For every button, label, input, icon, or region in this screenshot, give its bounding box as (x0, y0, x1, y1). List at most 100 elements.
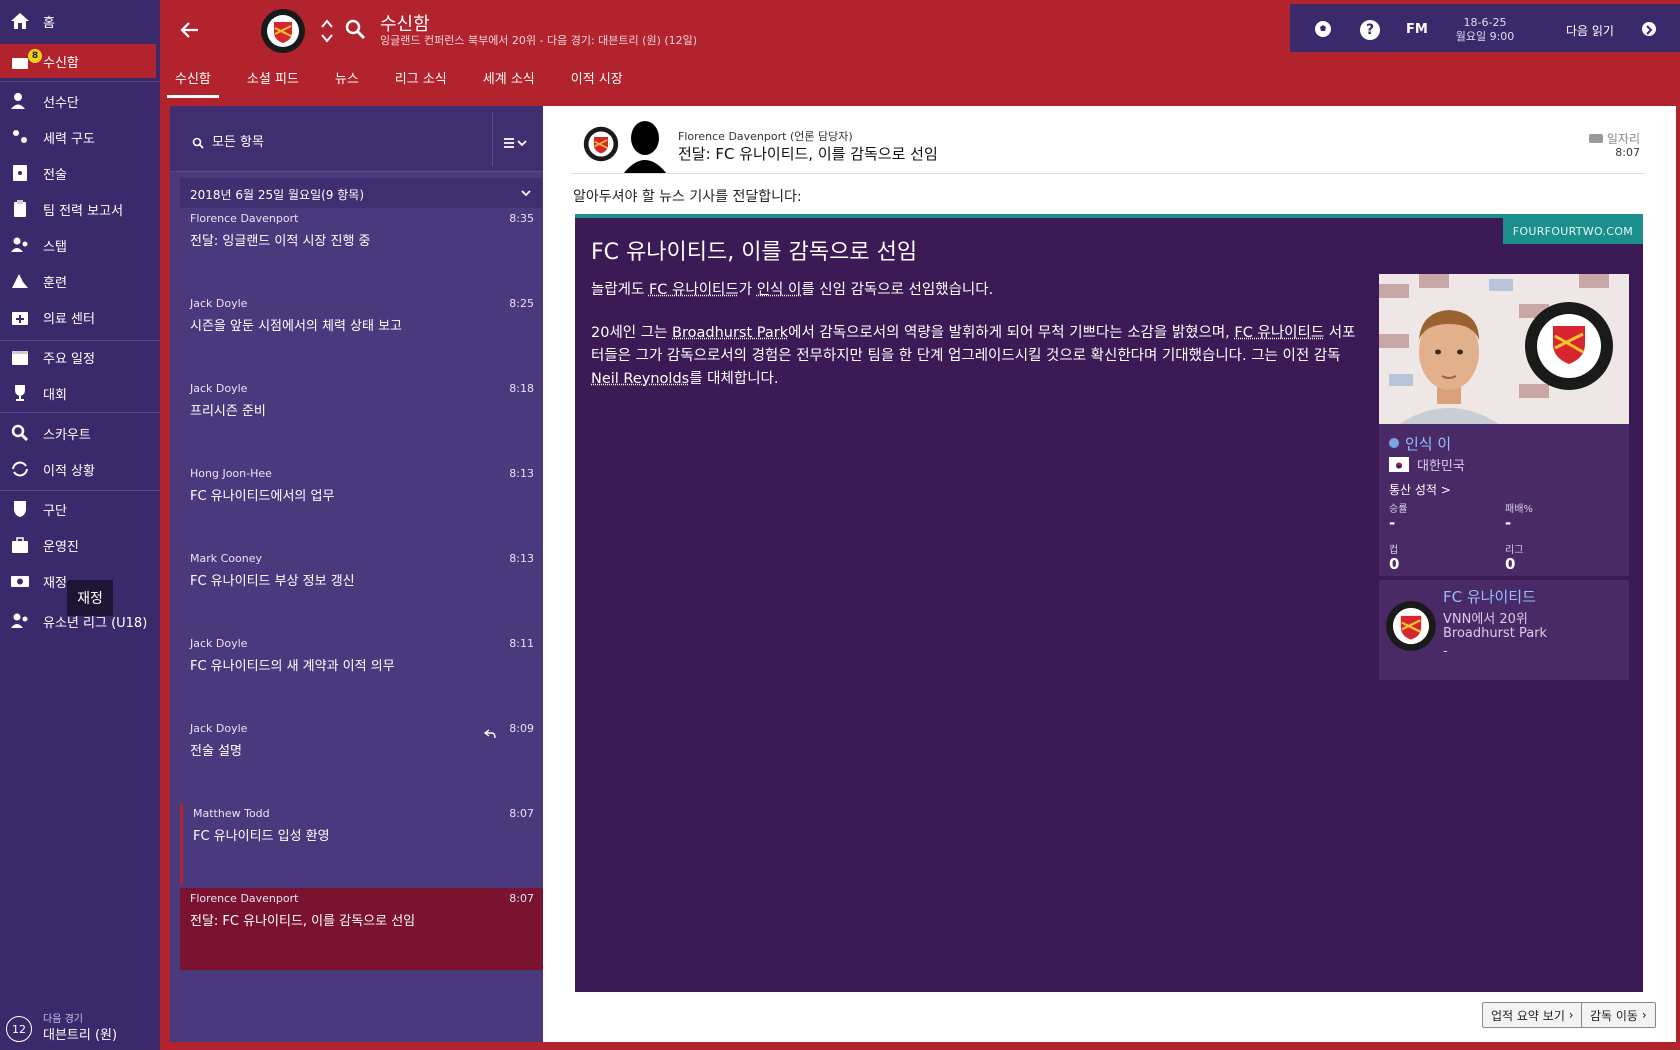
sidebar-item-training[interactable]: 훈련 (0, 264, 160, 298)
chevron-right-icon: › (1641, 1008, 1647, 1022)
day-time-label: 월요일 9:00 (1455, 30, 1515, 43)
sidebar-item-staff[interactable]: 스탭 (0, 228, 160, 262)
sidebar-item-competitions[interactable]: 대회 (0, 376, 160, 410)
sidebar-item-label: 팀 전력 보고서 (43, 203, 124, 219)
club-link[interactable]: FC 유나이티드 (649, 282, 739, 298)
message-sender: Mark Cooney (190, 552, 263, 565)
message-row[interactable]: Jack Doyle 8:18 프리시즌 준비 (180, 378, 544, 460)
sidebar-item-inbox[interactable]: 8 수신함 (0, 44, 156, 78)
stat-value: 0 (1389, 555, 1400, 573)
article-source: FOURFOURTWO.COM (1502, 218, 1643, 244)
sidebar: 홈 8 수신함 선수단 세력 구도 전술 팀 전력 보고서 스탭 훈련 의료 센… (0, 0, 160, 1050)
search-filter-label[interactable]: 모든 항목 (212, 131, 264, 150)
view-achievements-button[interactable]: 업적 요약 보기 › (1482, 1002, 1583, 1028)
next-match[interactable]: 12 다음 경기 대븐트리 (원) (0, 1000, 160, 1050)
club-stadium: Broadhurst Park (1443, 626, 1548, 641)
date-group-label: 2018년 6월 25일 월요일(9 항목) (190, 188, 365, 202)
message-sender: Florence Davenport (190, 892, 299, 905)
message-time: 8:11 (509, 637, 534, 650)
sort-menu-icon[interactable] (502, 134, 530, 148)
sidebar-item-scouting[interactable]: 스카우트 (0, 416, 160, 450)
tab-transfer-market[interactable]: 이적 시장 (563, 68, 631, 96)
sidebar-item-club[interactable]: 구단 (0, 492, 160, 526)
sidebar-item-home[interactable]: 홈 (0, 4, 160, 38)
stat-value: 0 (1505, 555, 1516, 573)
career-stats-link[interactable]: 통산 성적 > (1389, 481, 1451, 498)
article-text: 놀랍게도 (591, 282, 649, 298)
sidebar-item-calendar[interactable]: 주요 일정 (0, 340, 160, 374)
message-subject: FC 유나이티드에서의 업무 (190, 489, 335, 504)
football-icon[interactable] (1314, 20, 1332, 38)
message-row[interactable]: Jack Doyle 8:11 FC 유나이티드의 새 계약과 이적 의무 (180, 633, 544, 715)
sidebar-item-medical[interactable]: 의료 센터 (0, 300, 160, 334)
updown-arrows-icon[interactable] (320, 18, 334, 44)
button-label: 감독 이동 (1590, 1008, 1638, 1023)
continue-button[interactable]: 다음 읽기 (1566, 22, 1614, 39)
message-subject: FC 유나이티드의 새 계약과 이적 의무 (190, 659, 395, 674)
message-row[interactable]: Jack Doyle 8:09 전술 설명 (180, 718, 544, 800)
previous-manager-link[interactable]: Neil Reynolds (591, 371, 689, 387)
message-row[interactable]: Mark Cooney 8:13 FC 유나이티드 부상 정보 갱신 (180, 548, 544, 630)
sidebar-item-squad[interactable]: 선수단 (0, 84, 160, 118)
squad-icon (10, 91, 30, 111)
inbox-icon: 8 (10, 49, 42, 71)
message-tag[interactable]: 일자리 (1588, 130, 1640, 147)
date-group-header[interactable]: 2018년 6월 25일 월요일(9 항목) (180, 178, 542, 208)
message-time: 8:35 (509, 212, 534, 225)
message-row-selected[interactable]: Florence Davenport 8:07 전달: FC 유나이티드, 이를… (180, 888, 544, 970)
back-arrow-icon[interactable] (178, 18, 202, 42)
sidebar-item-tactics[interactable]: 전술 (0, 156, 160, 190)
tab-news[interactable]: 뉴스 (327, 68, 367, 96)
search-icon[interactable] (344, 18, 366, 40)
sidebar-item-label: 스탭 (43, 239, 67, 255)
transfers-icon (10, 459, 30, 479)
stadium-link[interactable]: Broadhurst Park (672, 325, 788, 341)
message-time: 8:07 (1615, 146, 1640, 159)
info-icon[interactable] (1389, 438, 1399, 448)
tab-league-news[interactable]: 리그 소식 (387, 68, 455, 96)
manager-name[interactable]: 인식 이 (1405, 433, 1451, 454)
days-to-match-count: 12 (6, 1016, 32, 1042)
tab-social-feed[interactable]: 소셜 피드 (239, 68, 307, 96)
manager-move-button[interactable]: 감독 이동 › (1581, 1002, 1656, 1028)
sidebar-item-label: 홈 (43, 15, 55, 31)
message-sender: Matthew Todd (193, 807, 270, 820)
message-row[interactable]: Florence Davenport 8:35 전달: 잉글랜드 이적 시장 진… (180, 208, 544, 290)
stat-label: 컵 (1389, 545, 1399, 556)
sidebar-item-dynamics[interactable]: 세력 구도 (0, 120, 160, 154)
search-icon[interactable] (192, 134, 204, 149)
tab-inbox[interactable]: 수신함 (167, 68, 219, 98)
manager-link[interactable]: 인식 이 (757, 282, 802, 298)
message-row[interactable]: Jack Doyle 8:25 시즌을 앞둔 시점에서의 체력 상태 보고 (180, 293, 544, 375)
help-icon[interactable]: ? (1360, 20, 1380, 40)
tag-icon (1588, 134, 1603, 143)
next-match-label: 다음 경기 (43, 1014, 83, 1025)
message-subject: 전술 설명 (190, 744, 242, 759)
chevron-right-icon[interactable] (1642, 22, 1656, 36)
sidebar-item-transfers[interactable]: 이적 상황 (0, 452, 160, 486)
club-link[interactable]: FC 유나이티드 (1234, 325, 1324, 341)
fm-logo[interactable]: FM (1406, 22, 1428, 37)
home-icon (10, 11, 30, 31)
club-name[interactable]: FC 유나이티드 (1443, 586, 1536, 607)
club-crest-icon[interactable] (1385, 600, 1437, 652)
sidebar-item-label: 세력 구도 (43, 131, 95, 147)
message-sender: Hong Joon-Hee (190, 467, 272, 480)
manager-info-card: 인식 이 대한민국 통산 성적 > 승률 - 패배% - 컵 0 리그 0 (1379, 424, 1629, 576)
club-crest-icon[interactable] (260, 8, 306, 54)
news-article: FOURFOURTWO.COM FC 유나이티드, 이를 감독으로 선임 놀랍게… (575, 214, 1643, 992)
article-text: 를 신임 감독으로 선임했습니다. (801, 282, 994, 298)
tab-world-news[interactable]: 세계 소식 (475, 68, 543, 96)
chevron-down-icon[interactable] (520, 187, 532, 197)
sidebar-item-report[interactable]: 팀 전력 보고서 (0, 192, 160, 226)
message-sender[interactable]: Florence Davenport (언론 담당자) (678, 128, 853, 144)
message-row[interactable]: Hong Joon-Hee 8:13 FC 유나이티드에서의 업무 (180, 463, 544, 545)
message-subject: FC 유나이티드 입성 환영 (193, 829, 330, 844)
sidebar-item-label: 선수단 (43, 95, 79, 111)
message-row[interactable]: Matthew Todd 8:07 FC 유나이티드 입성 환영 (180, 803, 544, 885)
medical-icon (10, 307, 30, 327)
club-info-card: FC 유나이티드 VNN에서 20위 Broadhurst Park - (1379, 580, 1629, 680)
sidebar-item-label: 주요 일정 (43, 351, 95, 367)
sidebar-item-board[interactable]: 운영진 (0, 528, 160, 562)
reply-icon (483, 724, 496, 739)
